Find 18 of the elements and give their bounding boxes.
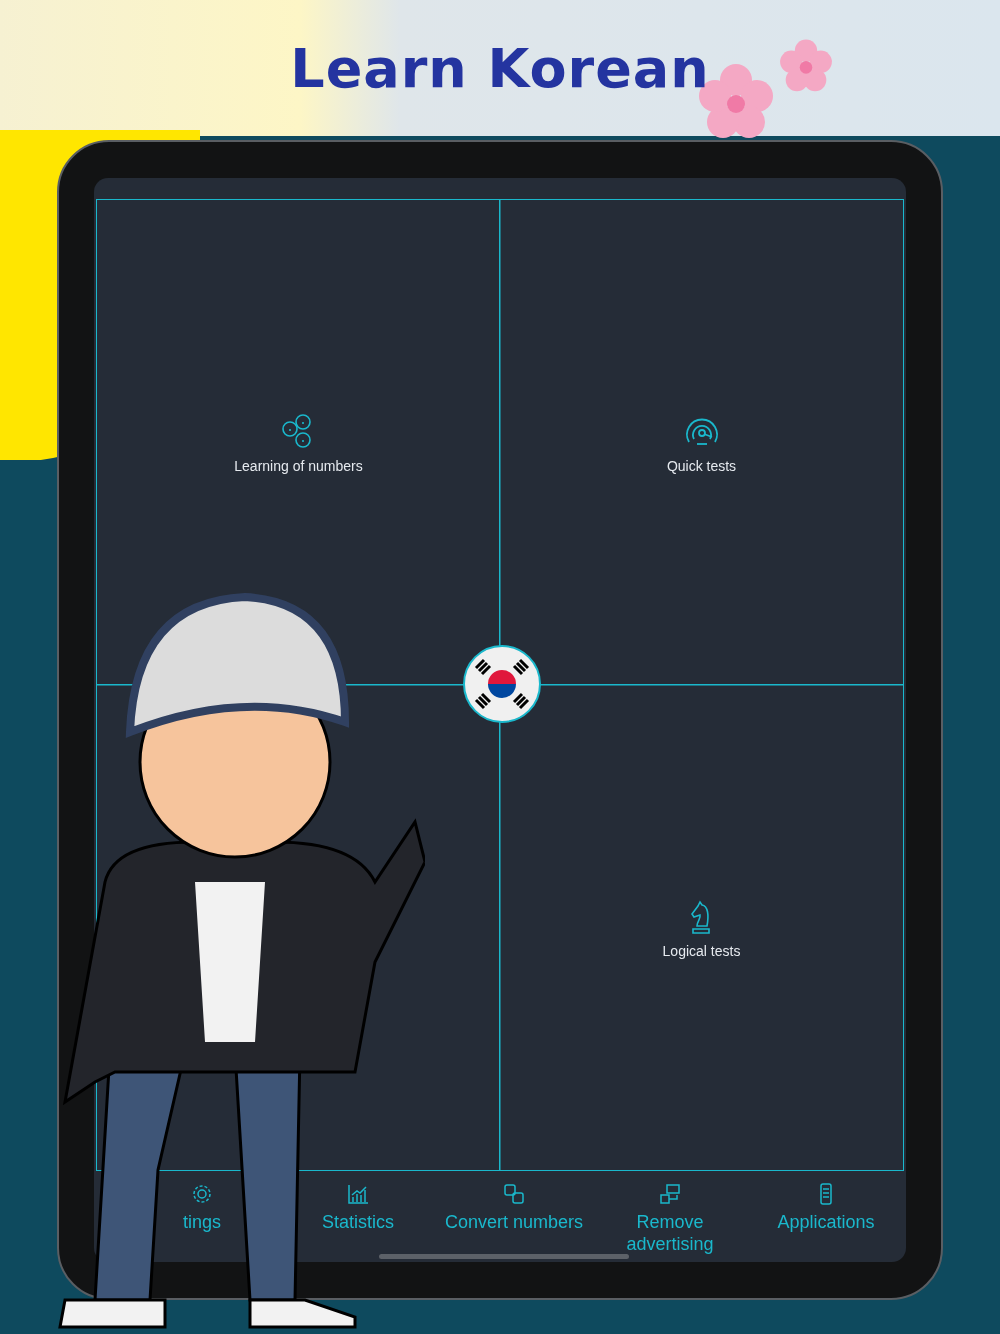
bar-chart-icon <box>347 1183 369 1205</box>
tile-label: Logical tests <box>662 942 741 959</box>
korean-flag-icon <box>462 644 542 724</box>
translate-icon <box>503 1183 525 1205</box>
tab-bar-item[interactable]: Convert numbers <box>444 1171 584 1233</box>
tab-bar-item[interactable]: Applications <box>777 1171 875 1233</box>
menu-tile[interactable]: Logical tests <box>662 896 741 959</box>
menu-tile[interactable]: Quick tests <box>666 411 737 474</box>
menu-tile[interactable]: Learning of numbers <box>234 411 363 474</box>
tab-bar-item[interactable]: Remove advertising <box>595 1171 745 1255</box>
tile-label: Quick tests <box>666 457 737 474</box>
app-title: Learn Korean <box>290 36 710 100</box>
blossom-icon <box>778 38 834 94</box>
gear-icon <box>191 1183 213 1205</box>
tile-label: Learning of numbers <box>234 457 363 474</box>
ads-screen-icon <box>659 1183 681 1205</box>
tab-bar-item[interactable]: Statistics <box>322 1171 394 1233</box>
tab-bar-item[interactable]: tings <box>183 1171 221 1233</box>
